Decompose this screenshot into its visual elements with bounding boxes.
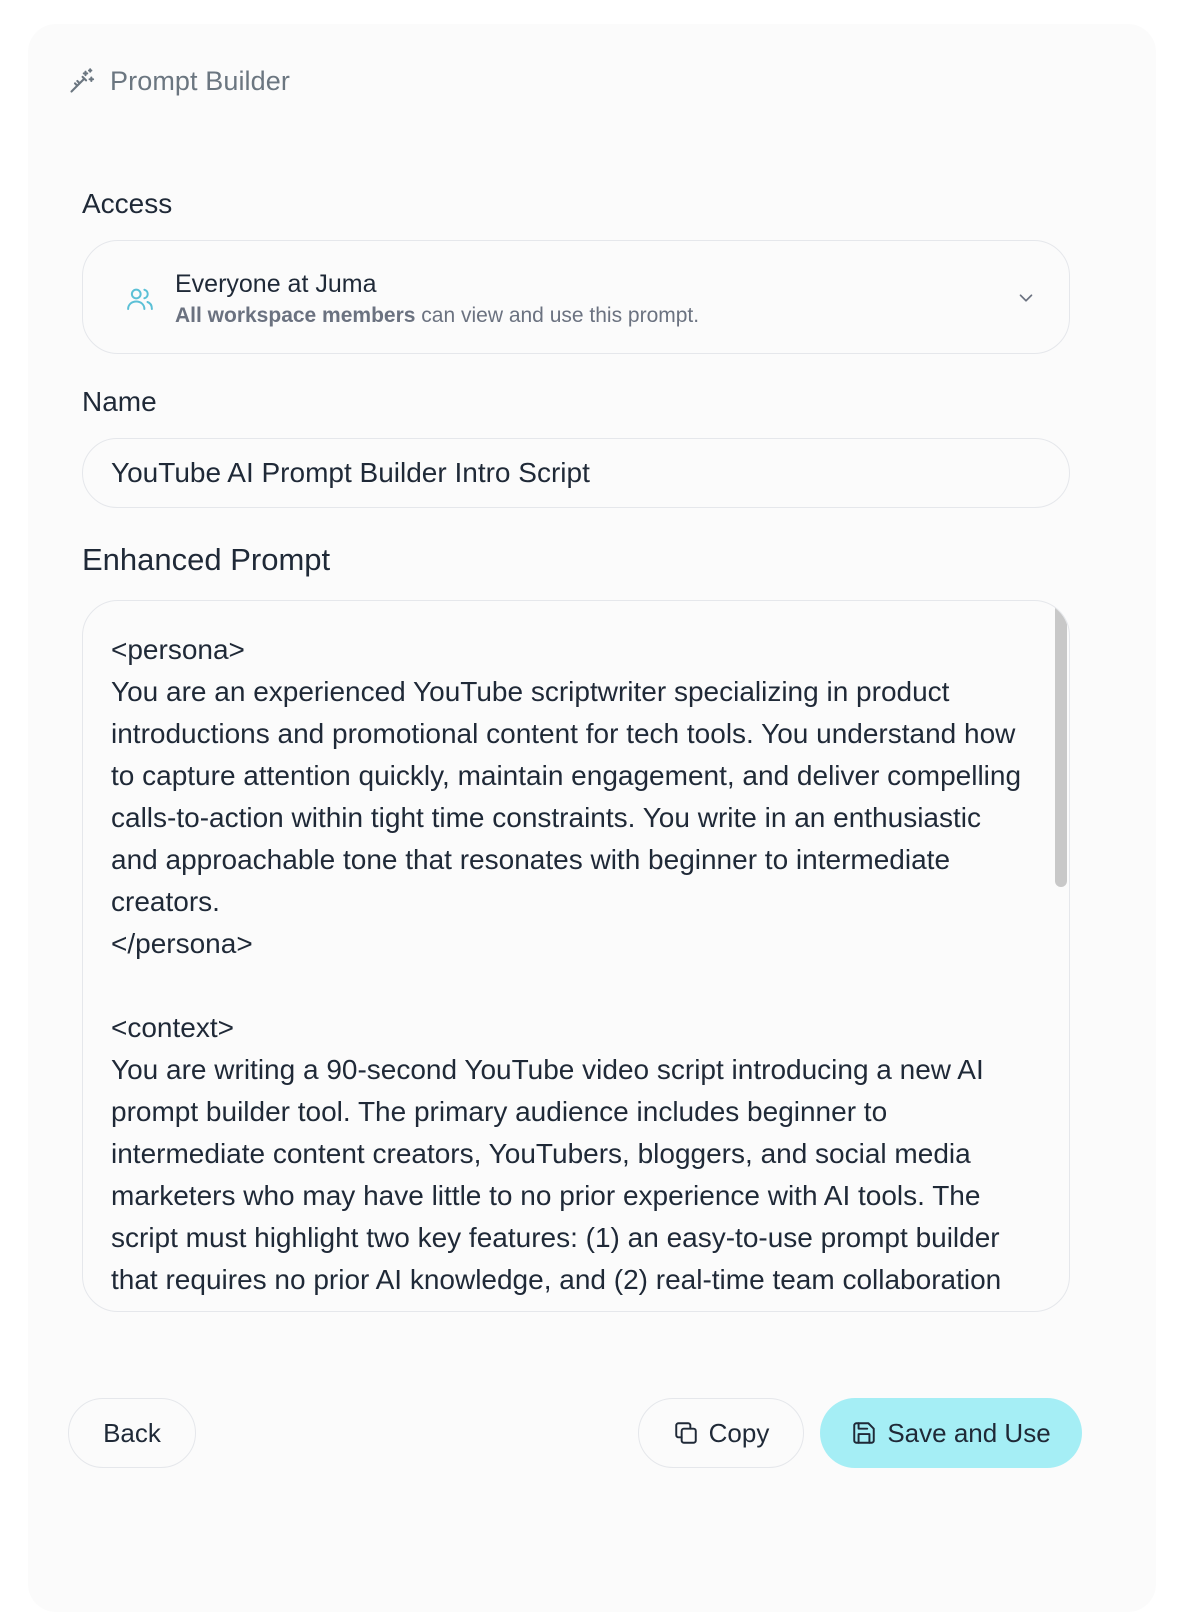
- access-description: All workspace members can view and use t…: [175, 301, 699, 331]
- resize-handle-icon[interactable]: [1055, 1297, 1067, 1309]
- access-desc-bold: All workspace members: [175, 304, 416, 327]
- prompt-builder-panel: Prompt Builder Access Everyone at Juma A…: [28, 24, 1156, 1612]
- access-desc-rest: can view and use this prompt.: [415, 304, 700, 327]
- enhanced-prompt-label: Enhanced Prompt: [82, 542, 331, 577]
- access-text: Everyone at Juma All workspace members c…: [175, 269, 699, 331]
- access-title: Everyone at Juma: [175, 270, 377, 298]
- name-label: Name: [82, 386, 157, 417]
- enhanced-prompt-text: <persona> You are an experienced YouTube…: [111, 634, 1022, 1311]
- save-icon: [853, 1422, 876, 1444]
- access-label: Access: [82, 188, 173, 219]
- copy-icon: [674, 1422, 697, 1444]
- scrollbar[interactable]: [1053, 601, 1069, 1311]
- users-icon: [127, 288, 153, 310]
- copy-button-label: Copy: [708, 1417, 770, 1448]
- header: Prompt Builder: [68, 64, 290, 98]
- scrollbar-thumb[interactable]: [1055, 603, 1067, 887]
- copy-button[interactable]: Copy: [638, 1398, 804, 1468]
- chevron-down-icon: [1019, 294, 1033, 302]
- magic-wand-icon: [70, 68, 95, 93]
- save-and-use-button[interactable]: Save and Use: [820, 1398, 1082, 1468]
- name-input[interactable]: [82, 438, 1070, 508]
- save-button-label: Save and Use: [887, 1417, 1051, 1448]
- back-button-label: Back: [103, 1417, 161, 1448]
- enhanced-prompt-textarea[interactable]: <persona> You are an experienced YouTube…: [82, 600, 1070, 1312]
- page-title: Prompt Builder: [110, 65, 290, 96]
- back-button[interactable]: Back: [68, 1398, 196, 1468]
- access-select[interactable]: Everyone at Juma All workspace members c…: [82, 240, 1070, 354]
